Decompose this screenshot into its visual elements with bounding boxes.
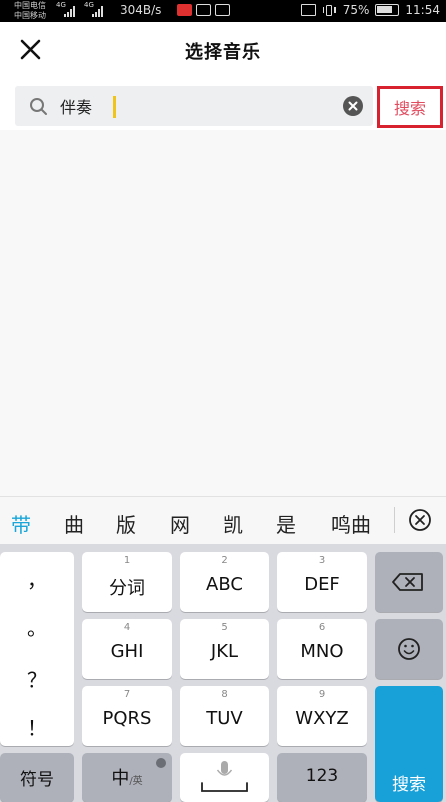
carrier-labels: 中国电信 中国移动 [14,1,46,21]
key-number: 9 [318,689,326,700]
key-label: 分词 [109,578,145,599]
punct-exclaim-key[interactable]: ！ [0,712,74,741]
key-8-tuv[interactable]: 8 TUV [180,686,269,746]
record-app-icon [177,4,192,16]
carrier-1: 中国电信 [14,1,46,10]
page-title: 选择音乐 [185,42,261,63]
language-toggle-key[interactable]: 中/英 [82,753,172,802]
key-label: MNO [300,641,344,662]
numbers-key-label: 123 [305,766,339,786]
candidate-item[interactable]: 是 [276,509,296,538]
signal-icon [64,5,75,17]
key-9-wxyz[interactable]: 9 WXYZ [277,686,367,746]
search-box [15,86,373,126]
key-number: 8 [221,689,228,700]
key-label: DEF [304,574,340,595]
ime-candidate-bar: 带 曲 版 网 凯 是 鸣曲 [0,496,446,544]
message-icon [196,4,211,16]
status-right: 75% 11:54 [300,3,440,17]
backspace-key[interactable] [375,552,443,612]
key-label: GHI [110,641,144,662]
vibrate-icon [322,4,337,16]
key-6-mno[interactable]: 6 MNO [277,619,367,679]
carrier-2: 中国移动 [14,11,46,20]
backspace-icon [392,573,423,591]
key-number: 4 [123,622,131,633]
key-label: TUV [206,708,243,729]
key-1-fenci[interactable]: 1 分词 [82,552,172,612]
key-number: 7 [123,689,131,700]
search-row: 搜索 [0,78,446,130]
text-caret [113,96,116,118]
enter-key-label: 搜索 [392,775,426,795]
numbers-key[interactable]: 123 [277,753,367,802]
symbols-key-label: 符号 [20,770,54,790]
status-bar: 中国电信 中国移动 4G 4G 304B/s 75% 11:54 [0,0,446,22]
candidate-item[interactable]: 版 [116,509,136,538]
key-2-abc[interactable]: 2 ABC [180,552,269,612]
emoji-icon [398,638,420,660]
clear-icon [348,101,358,111]
key-number: 1 [123,555,131,566]
close-circle-icon [409,509,431,531]
key-number: 6 [318,622,326,633]
lang-primary: 中 [111,768,130,789]
key-number: 3 [318,555,326,566]
battery-icon [375,4,400,16]
key-label: ABC [206,574,243,595]
battery-percent: 75% [342,3,370,17]
key-5-jkl[interactable]: 5 JKL [180,619,269,679]
candidate-item[interactable]: 曲 [64,509,84,538]
key-3-def[interactable]: 3 DEF [277,552,367,612]
key-label: WXYZ [295,708,349,729]
keyboard: ， 。 ？ ！ 1 分词 2 ABC 3 DEF 4 GHI 5 JKL 6 M… [0,544,446,802]
key-label: JKL [210,641,239,662]
search-icon [30,98,47,115]
collapse-candidates-button[interactable] [408,508,432,532]
signal-icon-2 [92,5,103,17]
punctuation-column: ， 。 ？ ！ [0,552,74,746]
search-input[interactable] [60,92,340,120]
network-speed: 304B/s [120,3,162,17]
punct-comma-key[interactable]: ， [0,564,74,593]
cast-icon [300,4,316,16]
emoji-key[interactable] [375,619,443,679]
key-label: PQRS [102,708,152,729]
key-4-ghi[interactable]: 4 GHI [82,619,172,679]
candidate-item[interactable]: 网 [170,509,190,538]
clear-button[interactable] [343,96,363,116]
lang-secondary: /英 [129,776,143,787]
space-key[interactable] [180,753,269,802]
candidate-divider [394,507,395,533]
candidate-item[interactable]: 带 [11,509,31,538]
key-number: 2 [221,555,228,566]
candidate-item[interactable]: 凯 [223,509,243,538]
microphone-icon [201,761,248,792]
key-7-pqrs[interactable]: 7 PQRS [82,686,172,746]
candidate-item[interactable]: 鸣曲 [331,509,371,538]
indicator-dot-icon [156,758,166,768]
clock: 11:54 [405,3,440,17]
key-number: 5 [221,622,228,633]
results-area [0,130,446,496]
search-button[interactable]: 搜索 [377,86,443,128]
punct-question-key[interactable]: ？ [0,664,74,693]
enter-search-key[interactable]: 搜索 [375,686,443,802]
symbols-key[interactable]: 符号 [0,753,74,802]
header: 选择音乐 [0,22,446,78]
punct-period-key[interactable]: 。 [0,612,74,641]
notification-icon [215,4,230,16]
language-toggle-label: 中/英 [82,764,172,790]
